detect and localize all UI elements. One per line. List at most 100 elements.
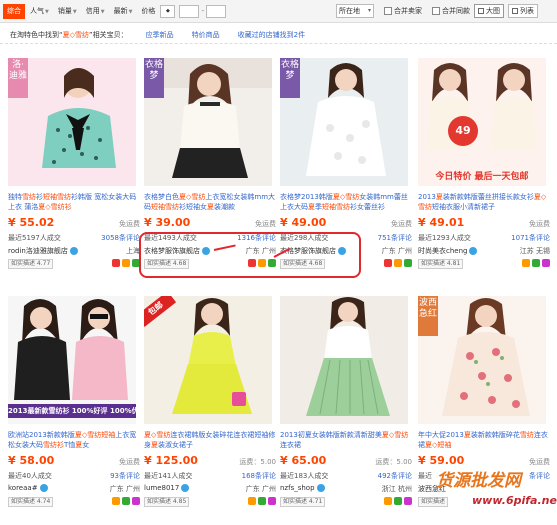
highlight-annotation — [139, 232, 361, 278]
sort-newest[interactable]: 最新▼ — [110, 4, 137, 19]
title-segment: 碎花 — [505, 431, 520, 439]
title-segment: 装 — [442, 193, 450, 201]
wangwang-chat-icon[interactable] — [469, 247, 478, 255]
return-icon — [404, 259, 412, 267]
product-image[interactable]: 2013最新款雪纺衫 100%好评 100%优质 — [8, 296, 136, 424]
review-count-link[interactable]: 93条评论 — [110, 471, 140, 481]
title-keyword: 夏 — [308, 203, 315, 211]
title-segment: 衣服小清新裙子 — [446, 203, 495, 211]
title-keyword: 夏 — [74, 431, 82, 439]
brand-corner-tag: 衣格梦 — [280, 58, 300, 98]
merge-seller-checkbox[interactable]: 合并卖家 — [383, 6, 422, 16]
merge-seller-label: 合并卖家 — [393, 7, 422, 15]
title-keyword: 夏 — [207, 203, 214, 211]
product-title-link[interactable]: 独特雪纺衫短袖雪纺衫韩版 宽松女装大码上衣 蒲洛夏◇雪纺衫 — [8, 192, 142, 212]
review-count-link[interactable]: 条评论 — [529, 471, 550, 481]
product-title-link[interactable]: 衣格梦白色夏◇雪纺上衣宽松女装韩mm大码短袖雪纺衫短袖女夏装潮款 — [144, 192, 278, 212]
product-image[interactable]: 衣格梦 — [144, 58, 272, 186]
dsr-rating: 如实描述 4.85 — [144, 497, 190, 507]
wangwang-chat-icon[interactable] — [69, 247, 78, 255]
product-image[interactable]: 包邮 — [144, 296, 272, 424]
model-photo — [418, 58, 546, 186]
price-sort-dropdown[interactable]: ◆ — [160, 4, 176, 18]
suggest-link-fav-shops[interactable]: 收藏过的店铺找到2件 — [238, 30, 305, 40]
suggest-link-sale[interactable]: 特价商品 — [192, 30, 220, 40]
guarantee-icon — [112, 497, 120, 505]
guarantee-icon — [248, 497, 256, 505]
title-keyword: 夏 — [179, 193, 186, 201]
wangwang-chat-icon[interactable] — [181, 484, 190, 492]
shipping-fee: 免运费 — [119, 458, 140, 466]
title-segment: 装潮款 — [214, 203, 235, 211]
price-range-dash: - — [201, 7, 204, 15]
title-segment: 2013初夏女装韩版新款清新甜美 — [280, 431, 382, 439]
wangwang-chat-icon[interactable] — [39, 484, 48, 492]
grid-view-button[interactable]: 大图 — [473, 4, 504, 18]
title-keyword: 雪纺 — [394, 431, 409, 439]
shipping-fee: 免运费 — [255, 220, 276, 228]
suggest-prefix: 在淘特色中找到“ — [10, 30, 63, 39]
merge-same-checkbox[interactable]: 合并同款 — [431, 6, 470, 16]
sales-count: 最近1293人成交 — [418, 234, 471, 242]
wangwang-chat-icon[interactable] — [316, 484, 325, 492]
product-image[interactable]: 49 今日特价 最后一天包邮 — [418, 58, 546, 186]
product-title-link[interactable]: 衣格梦2013韩版夏◇雪纺女装韩mm蕾丝上衣大码夏季短袖雪纺衫女蕾丝衫 — [280, 192, 414, 212]
product-title-link[interactable]: 2013初夏女装韩版新款清新甜美夏◇雪纺连衣裙 — [280, 430, 414, 450]
sort-default[interactable]: 综合 — [3, 3, 25, 19]
product-image[interactable]: 洛·迪雅 — [8, 58, 136, 186]
product-price: ¥ 55.02 — [8, 216, 55, 229]
shipping-fee: 运费：5.00 — [375, 458, 412, 466]
title-keyword: 雪纺 — [418, 203, 432, 211]
shop-name: koreaa# — [8, 484, 38, 492]
sort-sales[interactable]: 销量▼ — [54, 4, 81, 19]
shop-name-link[interactable]: rodin洛迪雅旗舰店 — [8, 246, 78, 256]
site-watermark: 货源批发网 — [436, 471, 521, 491]
sort-credit[interactable]: 信用▼ — [82, 4, 109, 19]
sort-popularity[interactable]: 人气▼ — [26, 4, 53, 19]
grid-view-label: 大图 — [485, 7, 500, 15]
tmall-icon — [112, 259, 120, 267]
review-count-link[interactable]: 1071条评论 — [511, 233, 550, 243]
shop-location: 广东 广州 — [109, 485, 140, 493]
consumer-icon — [132, 497, 140, 505]
seller-badges — [112, 259, 140, 267]
sales-count: 最近5197人成交 — [8, 234, 61, 242]
sort-price[interactable]: 价格 — [137, 4, 159, 19]
price-max-input[interactable] — [205, 4, 226, 18]
title-keyword: 雪纺 — [336, 203, 350, 211]
shop-name-link[interactable]: nzfs_shop — [280, 484, 325, 492]
review-count-link[interactable]: 751条评论 — [378, 233, 412, 243]
price-min-input[interactable] — [179, 4, 200, 18]
return-icon — [394, 497, 402, 505]
title-keyword: 夏 — [144, 431, 151, 439]
seller-badges — [248, 497, 276, 505]
suggest-link-new[interactable]: 应季新品 — [146, 30, 174, 40]
shop-name-link[interactable]: lume8017 — [144, 484, 190, 492]
product-title-link[interactable]: 夏◇雪纺连衣裙韩版女装碎花连衣裙短袖修身夏装淑女裙子 — [144, 430, 278, 450]
review-count-link[interactable]: 3058条评论 — [101, 233, 140, 243]
title-segment: 新款 — [477, 431, 492, 439]
sort-default-label: 综合 — [7, 6, 21, 15]
title-keyword: 雪纺 — [191, 193, 206, 201]
product-price: ¥ 49.00 — [280, 216, 327, 229]
title-segment: 衫 — [36, 193, 43, 201]
title-keyword: ◇短袖 — [432, 441, 452, 449]
review-count-link[interactable]: 492条评论 — [378, 471, 412, 481]
brand-corner-tag: 衣格梦 — [144, 58, 164, 98]
shipping-fee: 免运费 — [391, 220, 412, 228]
sort-arrow-icon: ▼ — [45, 8, 49, 15]
product-image[interactable] — [280, 296, 408, 424]
product-title-link[interactable]: 欧洲站2013新款韩版夏◇雪纺短袖上衣宽松女装大码雪纺衫T恤夏女 — [8, 430, 142, 450]
list-view-button[interactable]: 列表 — [507, 4, 538, 18]
product-title-link[interactable]: 年中大促2013夏装新款韩版碎花雪纺连衣裙夏◇短袖 — [418, 430, 552, 450]
product-image[interactable]: 衣格梦 — [280, 58, 408, 186]
shop-name-link[interactable]: koreaa# — [8, 484, 48, 492]
brand-corner-tag: 洛·迪雅 — [8, 58, 28, 98]
title-segment: 装 — [470, 431, 478, 439]
product-image[interactable]: 波西急红 — [418, 296, 546, 424]
product-title-link[interactable]: 2013夏装新款韩版蕾丝拼接长款女衫夏◇雪纺短袖衣服小清新裙子 — [418, 192, 552, 212]
review-count-link[interactable]: 168条评论 — [242, 471, 276, 481]
shop-name-link[interactable]: 时尚美衣cheng — [418, 246, 478, 256]
location-select[interactable]: 所在地 — [335, 4, 374, 18]
seller-badges — [112, 497, 140, 505]
